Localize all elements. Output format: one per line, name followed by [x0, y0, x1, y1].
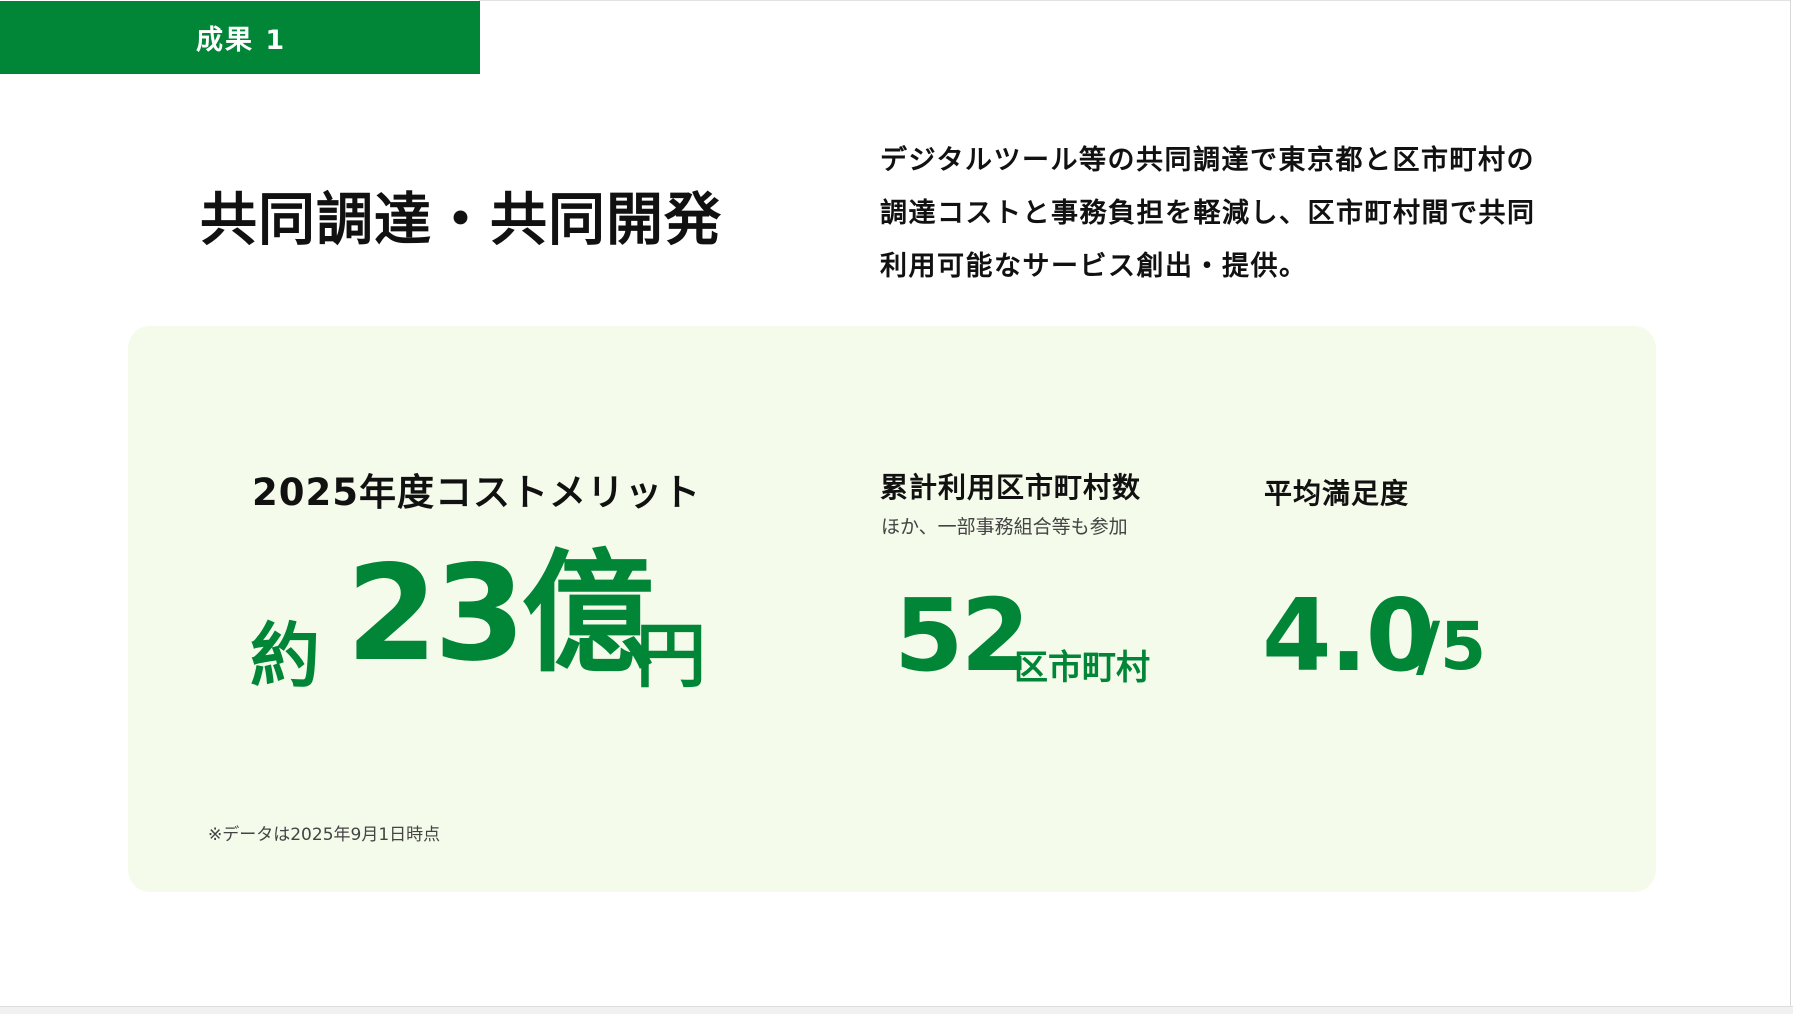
bottom-border-strip	[0, 1006, 1793, 1014]
page-title: 共同調達・共同開発	[200, 187, 722, 253]
description-line: 調達コストと事務負担を軽減し、区市町村間で共同	[880, 198, 1536, 229]
right-border-line	[1790, 0, 1791, 1014]
municipality-count-value: 52	[894, 577, 1030, 694]
municipality-count-sublabel: ほか、一部事務組合等も参加	[881, 516, 1128, 538]
municipality-count-label: 累計利用区市町村数	[880, 471, 1142, 504]
cost-merit-prefix: 約	[250, 615, 320, 697]
satisfaction-unit: /5	[1416, 608, 1487, 685]
satisfaction-label: 平均満足度	[1264, 477, 1410, 510]
description: デジタルツール等の共同調達で東京都と区市町村の 調達コストと事務負担を軽減し、区…	[880, 134, 1600, 293]
section-badge-label: 成果 1	[196, 25, 287, 56]
cost-merit-value: 23億	[346, 537, 654, 691]
description-line: 利用可能なサービス創出・提供。	[880, 251, 1308, 282]
description-line: デジタルツール等の共同調達で東京都と区市町村の	[880, 145, 1535, 176]
data-footnote: ※データは2025年9月1日時点	[208, 825, 441, 845]
slide-page: 成果 1 共同調達・共同開発 デジタルツール等の共同調達で東京都と区市町村の 調…	[0, 0, 1793, 1014]
municipality-count-unit: 区市町村	[1014, 648, 1150, 688]
cost-merit-unit: 円	[636, 615, 706, 697]
cost-merit-label: 2025年度コストメリット	[252, 471, 701, 514]
top-border-line	[479, 0, 1790, 1]
section-badge: 成果 1	[0, 1, 480, 74]
satisfaction-value: 4.0	[1262, 577, 1435, 694]
